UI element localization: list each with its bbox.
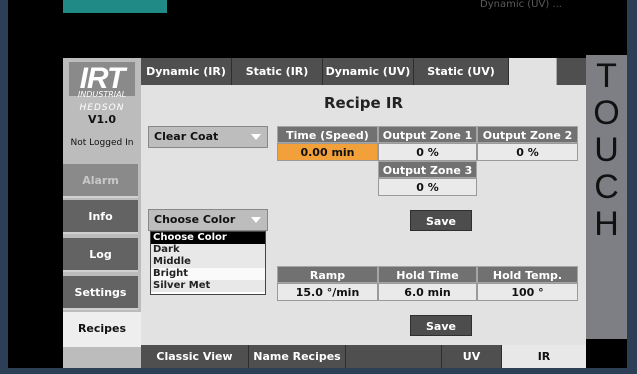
- chevron-down-icon: [251, 217, 261, 223]
- touch-letter: T: [596, 57, 617, 95]
- ramp-value[interactable]: 15.0 °/min: [277, 283, 378, 301]
- device-frame-left: [0, 0, 8, 374]
- chevron-down-icon: [251, 134, 261, 140]
- blank-tab: [346, 345, 442, 368]
- save-button[interactable]: Save: [410, 315, 472, 336]
- output-zone2-header: Output Zone 2: [477, 126, 578, 143]
- tab-dynamic-uv[interactable]: Dynamic (UV): [323, 58, 414, 85]
- color-dropdown-list: Choose Color Dark Middle Bright Silver M…: [150, 231, 266, 295]
- color-option[interactable]: Dark: [151, 244, 265, 256]
- logo-subtitle: INDUSTRIAL: [77, 90, 127, 99]
- tab-static-ir[interactable]: Static (IR): [232, 58, 323, 85]
- time-speed-header: Time (Speed): [277, 126, 378, 143]
- version-label: V1.0: [88, 113, 116, 126]
- output-zone3-value[interactable]: 0 %: [378, 178, 477, 196]
- hold-temp-value[interactable]: 100 °: [477, 283, 578, 301]
- touch-letter: H: [594, 205, 619, 243]
- output-zone1-header: Output Zone 1: [378, 126, 477, 143]
- hold-temp-header: Hold Temp.: [477, 266, 578, 283]
- ir-tab[interactable]: IR: [502, 345, 586, 368]
- color-option[interactable]: Choose Color: [151, 232, 265, 244]
- tab-blank: [509, 58, 557, 85]
- hold-time-value[interactable]: 6.0 min: [378, 283, 477, 301]
- top-status-text: Dynamic (UV) ...: [480, 0, 562, 10]
- touch-letter: O: [593, 94, 620, 132]
- device-frame-right: [627, 0, 637, 374]
- device-frame-bottom: [0, 368, 637, 374]
- color-select-value: Choose Color: [154, 213, 236, 226]
- touch-label: T O U C H: [586, 57, 627, 243]
- output-zone2-value[interactable]: 0 %: [477, 143, 578, 161]
- color-option[interactable]: Middle: [151, 256, 265, 268]
- output-zone1-value[interactable]: 0 %: [378, 143, 477, 161]
- info-button[interactable]: Info: [63, 200, 138, 234]
- name-recipes-tab[interactable]: Name Recipes: [249, 345, 346, 368]
- recipes-button[interactable]: Recipes: [63, 312, 141, 347]
- settings-button[interactable]: Settings: [63, 276, 138, 310]
- color-select[interactable]: Choose Color: [148, 209, 268, 231]
- coat-type-select[interactable]: Clear Coat: [148, 126, 268, 148]
- save-button[interactable]: Save: [410, 210, 472, 231]
- color-option[interactable]: Silver Met: [151, 280, 265, 292]
- touch-letter: U: [594, 131, 619, 169]
- coat-select-value: Clear Coat: [154, 130, 219, 143]
- time-speed-value[interactable]: 0.00 min: [277, 143, 378, 161]
- page-title: Recipe IR: [323, 94, 404, 112]
- alarm-button[interactable]: Alarm: [63, 164, 138, 198]
- output-zone3-header: Output Zone 3: [378, 161, 477, 178]
- color-option[interactable]: Bright: [151, 268, 265, 280]
- classic-view-tab[interactable]: Classic View: [141, 345, 249, 368]
- log-button[interactable]: Log: [63, 238, 138, 272]
- ramp-header: Ramp: [277, 266, 378, 283]
- login-status: Not Logged In: [70, 138, 134, 148]
- hold-time-header: Hold Time: [378, 266, 477, 283]
- tab-static-uv[interactable]: Static (UV): [414, 58, 509, 85]
- touch-letter: C: [594, 168, 619, 206]
- uv-tab[interactable]: UV: [442, 345, 502, 368]
- top-accent-bar: [63, 0, 167, 13]
- tab-dynamic-ir[interactable]: Dynamic (IR): [141, 58, 232, 85]
